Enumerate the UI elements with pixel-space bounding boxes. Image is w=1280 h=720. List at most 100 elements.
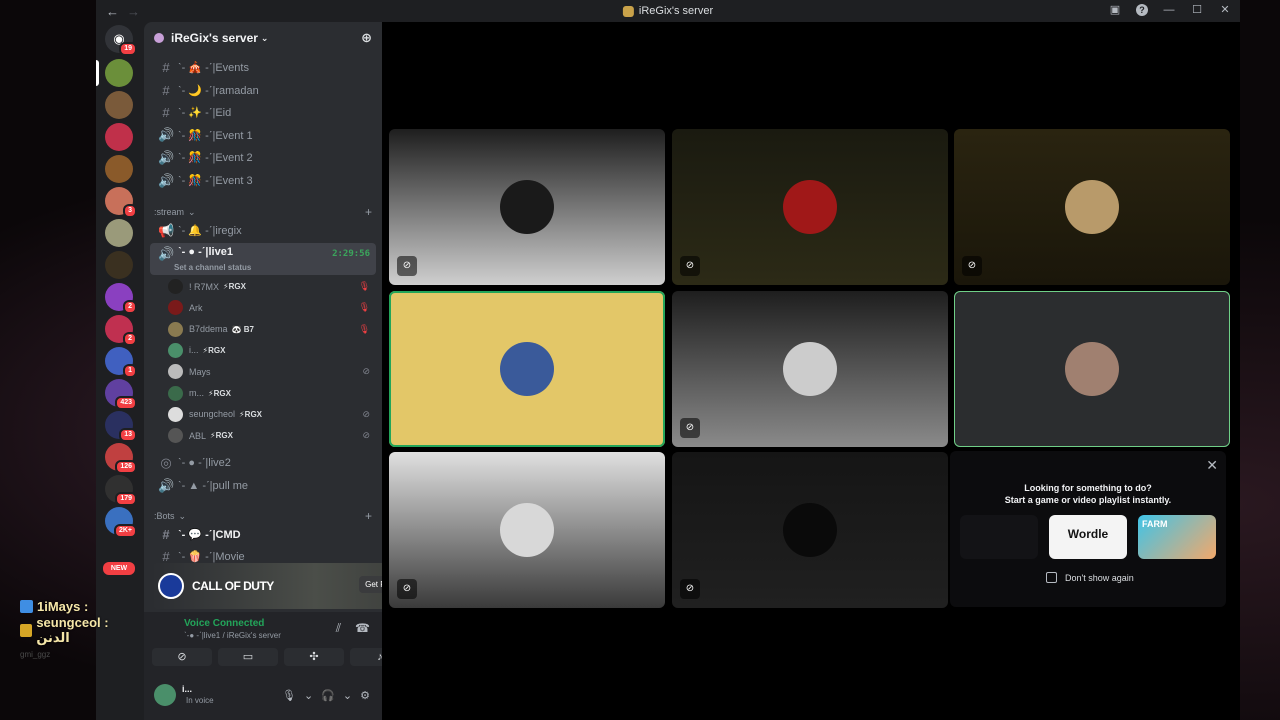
channel-live1[interactable]: 🔊 ˋ- ● -ˊ|live1 2:29:56 Set a channel st…	[150, 243, 376, 275]
voice-user[interactable]: ! R7MX ⚡RGX 🎙	[168, 276, 374, 297]
server-icon-15[interactable]: 2K+	[105, 507, 137, 538]
channel-name: ˋ- 🎊 -ˊ|Event 2	[178, 152, 253, 165]
back-arrow-icon[interactable]: ←	[106, 4, 119, 19]
participant-tile[interactable]: ⊘	[672, 129, 948, 285]
participant-tile[interactable]	[954, 291, 1230, 447]
new-badge: NEW	[103, 562, 135, 575]
voice-user-name: Mays	[189, 366, 211, 377]
speaker-icon: 🔊	[158, 246, 175, 261]
add-channel-icon[interactable]: +	[365, 205, 372, 219]
voice-user[interactable]: ABL ⚡RGX ⊘	[168, 425, 374, 446]
activities-button[interactable]: ✣	[284, 648, 344, 666]
server-icon-12[interactable]: 13	[105, 411, 137, 442]
participant-tile[interactable]: ⊘	[672, 452, 948, 608]
checkbox[interactable]	[1046, 572, 1057, 583]
server-icon-4[interactable]	[105, 155, 133, 183]
username[interactable]: i...	[182, 684, 192, 694]
channel-iregix[interactable]: 📢 ˋ- 🔔 -ˊ|iregix	[150, 220, 376, 241]
noise-suppression-icon[interactable]: ⫽	[336, 621, 341, 636]
activity-wordle[interactable]: Wordle	[1049, 515, 1127, 559]
camera-button[interactable]: ⊘	[152, 648, 212, 666]
channel-name: ˋ- 🎊 -ˊ|Event 3	[178, 175, 253, 187]
activity-subheading: Start a game or video playlist instantly…	[1004, 495, 1172, 505]
activity-game-1[interactable]	[960, 515, 1038, 559]
screen-share-button[interactable]: ▭	[218, 648, 278, 666]
server-icon-14[interactable]: 179	[105, 475, 137, 506]
server-header[interactable]: iReGix's server ⌄ ⊕	[144, 22, 382, 54]
avatar	[1065, 342, 1119, 396]
voice-user[interactable]: seungcheol ⚡RGX ⊘	[168, 404, 374, 425]
voice-user[interactable]: B7ddema 🐼 B7 🎙	[168, 319, 374, 340]
user-status: In voice	[186, 696, 214, 705]
muted-mic-icon: ⊘	[362, 430, 370, 441]
server-icon-2[interactable]	[105, 91, 133, 119]
forward-arrow-icon[interactable]: →	[127, 4, 140, 19]
help-icon[interactable]: ?	[1136, 3, 1148, 16]
chevron-down-icon: ⌄	[178, 510, 187, 521]
invite-people-icon[interactable]: ⊕	[361, 30, 372, 46]
server-icon-13[interactable]: 126	[105, 443, 137, 474]
avatar	[783, 342, 837, 396]
voice-user[interactable]: Ark 🎙	[168, 297, 374, 318]
disconnect-icon[interactable]: ☎	[355, 621, 370, 636]
voice-user[interactable]: Mays ⊘	[168, 361, 374, 382]
voice-connected-label[interactable]: Voice Connected	[184, 618, 264, 629]
avatar	[168, 279, 183, 294]
channel-cmd[interactable]: # ˋ- 💬 -ˊ|CMD	[150, 524, 376, 545]
server-icon-10[interactable]: 1	[105, 347, 137, 378]
close-icon[interactable]: ✕	[1206, 457, 1218, 474]
channel-item[interactable]: # ˋ- 🎪 -ˊ|Events	[150, 57, 376, 78]
channel-name: ˋ- 🎪 -ˊ|Events	[178, 62, 249, 74]
activity-farm[interactable]: FARM	[1138, 515, 1216, 559]
voice-location[interactable]: ˋ-● -ˊ|live1 / iReGix's server	[184, 631, 281, 640]
home-button[interactable]: ◉ 19	[105, 25, 137, 56]
server-icon-7[interactable]	[105, 251, 133, 279]
participant-tile[interactable]: ⊘	[954, 129, 1230, 285]
channel-pull-me[interactable]: 🔊 ˋ- ▲ -ˊ|pull me	[150, 475, 376, 496]
channel-live2[interactable]: ◎ ˋ- ● -ˊ|live2	[150, 452, 376, 473]
participant-tile[interactable]: ⊘	[672, 291, 948, 447]
inbox-icon[interactable]: ▣	[1108, 3, 1122, 16]
settings-gear-icon[interactable]: ⚙	[360, 689, 370, 702]
muted-mic-icon: ⊘	[397, 579, 417, 599]
channel-item[interactable]: # ˋ- ✨ -ˊ|Eid	[150, 102, 376, 123]
channel-item[interactable]: # ˋ- 🌙 -ˊ|ramadan	[150, 80, 376, 101]
close-window-icon[interactable]: ✕	[1218, 3, 1232, 16]
discord-window: ← → iReGix's server ▣ ? — ☐ ✕ ◉ 19 3 2 2 1 4…	[96, 0, 1240, 720]
avatar	[783, 503, 837, 557]
hash-icon: #	[162, 105, 170, 121]
window-title: iReGix's server	[622, 5, 713, 17]
minimize-icon[interactable]: —	[1162, 4, 1176, 16]
server-icon-3[interactable]	[105, 123, 133, 151]
participant-tile[interactable]: ⊘	[389, 452, 665, 608]
channel-name: ˋ- ✨ -ˊ|Eid	[178, 107, 232, 120]
chevron-down-icon[interactable]: ⌄	[343, 689, 352, 702]
channel-item[interactable]: 🔊 ˋ- 🎊 -ˊ|Event 3	[150, 170, 376, 191]
camera-off-icon: ⊘	[177, 651, 187, 663]
avatar[interactable]	[154, 684, 176, 706]
dont-show-again[interactable]: Don't show again	[1046, 572, 1134, 583]
chevron-down-icon[interactable]: ⌄	[304, 689, 313, 702]
voice-user[interactable]: i... ⚡RGX	[168, 340, 374, 361]
channel-status[interactable]: Set a channel status	[174, 263, 251, 272]
add-channel-icon[interactable]: +	[365, 509, 372, 523]
microphone-icon[interactable]: 🎙	[282, 689, 296, 702]
server-icon-11[interactable]: 423	[105, 379, 137, 410]
category-stream[interactable]: :stream ⌄ +	[154, 204, 376, 220]
channel-item[interactable]: 🔊 ˋ- 🎊 -ˊ|Event 1	[150, 125, 376, 146]
channel-item[interactable]: 🔊 ˋ- 🎊 -ˊ|Event 2	[150, 147, 376, 168]
server-icon-6[interactable]	[105, 219, 133, 247]
overlay-chat-line: seungceol : الدنن	[20, 615, 140, 645]
participant-tile[interactable]: ⊘	[389, 129, 665, 285]
server-tag: ⚡RGX	[210, 431, 233, 441]
server-icon-8[interactable]: 2	[105, 283, 137, 314]
server-icon-1[interactable]	[105, 59, 133, 87]
category-bots[interactable]: :Bots ⌄ +	[154, 508, 376, 524]
participant-tile[interactable]	[389, 291, 665, 447]
server-avatar	[105, 91, 133, 119]
maximize-icon[interactable]: ☐	[1190, 3, 1204, 16]
headphones-icon[interactable]: 🎧	[321, 689, 335, 702]
voice-user[interactable]: m... ⚡RGX	[168, 383, 374, 404]
server-icon-9[interactable]: 2	[105, 315, 137, 346]
server-icon-5[interactable]: 3	[105, 187, 137, 218]
